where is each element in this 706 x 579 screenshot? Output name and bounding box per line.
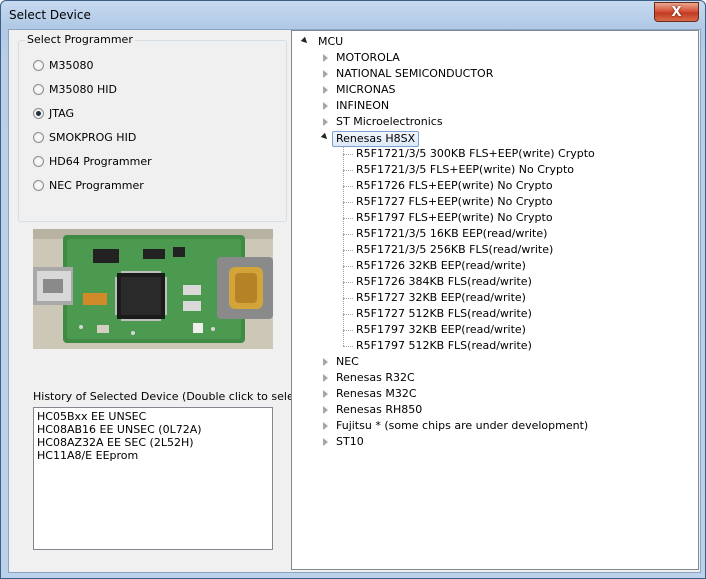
- title-bar[interactable]: Select Device X: [1, 1, 705, 29]
- radio-button[interactable]: [33, 131, 44, 143]
- tree-connector: [343, 298, 353, 299]
- tree-connector: [343, 154, 353, 155]
- tree-group[interactable]: ST10: [336, 434, 364, 450]
- tree-group[interactable]: MOTOROLA: [336, 50, 400, 66]
- radio-option[interactable]: HD64 Programmer: [33, 153, 152, 169]
- tree-group[interactable]: NEC: [336, 354, 359, 370]
- tree-connector: [343, 250, 353, 251]
- tree-device[interactable]: R5F1721/3/5 300KB FLS+EEP(write) Crypto: [356, 146, 595, 162]
- collapsed-arrow-icon[interactable]: [323, 358, 328, 366]
- radio-option[interactable]: SMOKPROG HID: [33, 129, 136, 145]
- tree-root-mcu[interactable]: MCU: [318, 34, 343, 50]
- history-item[interactable]: HC08AB16 EE UNSEC (0L72A): [37, 423, 269, 436]
- tree-device[interactable]: R5F1726 FLS+EEP(write) No Crypto: [356, 178, 553, 194]
- tree-device[interactable]: R5F1721/3/5 16KB EEP(read/write): [356, 226, 547, 242]
- radio-button[interactable]: [33, 155, 44, 167]
- radio-label: M35080 HID: [49, 82, 117, 96]
- tree-connector: [343, 234, 353, 235]
- tree-connector: [343, 202, 353, 203]
- programmer-group-label: Select Programmer: [25, 33, 135, 46]
- tree-connector: [343, 346, 353, 347]
- radio-option[interactable]: M35080: [33, 57, 93, 73]
- tree-device[interactable]: R5F1727 FLS+EEP(write) No Crypto: [356, 194, 553, 210]
- tree-connector: [343, 170, 353, 171]
- tree-connector: [343, 282, 353, 283]
- dialog-body: Select Programmer M35080 M35080 HID JTAG SM…: [8, 29, 701, 573]
- tree-device[interactable]: R5F1797 32KB EEP(read/write): [356, 322, 526, 338]
- tree-group[interactable]: Renesas RH850: [336, 402, 422, 418]
- tree-group[interactable]: NATIONAL SEMICONDUCTOR: [336, 66, 493, 82]
- collapsed-arrow-icon[interactable]: [323, 390, 328, 398]
- device-tree[interactable]: MCU MOTOROLA NATIONAL SEMICONDUCTOR MICRONA…: [291, 30, 699, 570]
- tree-group[interactable]: MICRONAS: [336, 82, 395, 98]
- tree-device[interactable]: R5F1726 32KB EEP(read/write): [356, 258, 526, 274]
- tree-device[interactable]: R5F1721/3/5 256KB FLS(read/write): [356, 242, 553, 258]
- history-item[interactable]: HC05Bxx EE UNSEC: [37, 410, 269, 423]
- history-listbox[interactable]: HC05Bxx EE UNSEC HC08AB16 EE UNSEC (0L72A…: [33, 407, 273, 550]
- tree-device[interactable]: R5F1797 FLS+EEP(write) No Crypto: [356, 210, 553, 226]
- tree-device[interactable]: R5F1727 512KB FLS(read/write): [356, 306, 532, 322]
- close-button[interactable]: X: [654, 2, 699, 22]
- history-item[interactable]: HC11A8/E EEprom: [37, 449, 269, 462]
- collapsed-arrow-icon[interactable]: [323, 422, 328, 430]
- expanded-arrow-icon[interactable]: [300, 36, 310, 46]
- collapsed-arrow-icon[interactable]: [323, 406, 328, 414]
- radio-button[interactable]: [33, 107, 44, 119]
- window-title: Select Device: [9, 8, 91, 22]
- radio-label: SMOKPROG HID: [49, 130, 137, 144]
- tree-device[interactable]: R5F1721/3/5 FLS+EEP(write) No Crypto: [356, 162, 574, 178]
- expanded-arrow-icon[interactable]: [320, 132, 330, 142]
- tree-group-expanded[interactable]: Renesas H8SX: [332, 131, 420, 147]
- radio-label: M35080: [49, 58, 94, 72]
- select-device-window: Select Device X Select Programmer M35080…: [0, 0, 706, 579]
- history-item[interactable]: HC08AZ32A EE SEC (2L52H): [37, 436, 269, 449]
- radio-label: JTAG: [49, 106, 74, 120]
- tree-group[interactable]: Fujitsu * (some chips are under developm…: [336, 418, 588, 434]
- tree-group[interactable]: ST Microelectronics: [336, 114, 443, 130]
- collapsed-arrow-icon[interactable]: [323, 70, 328, 78]
- pcb-image: [33, 229, 273, 349]
- collapsed-arrow-icon[interactable]: [323, 102, 328, 110]
- collapsed-arrow-icon[interactable]: [323, 54, 328, 62]
- tree-group[interactable]: INFINEON: [336, 98, 389, 114]
- tree-connector: [343, 330, 353, 331]
- tree-group[interactable]: Renesas R32C: [336, 370, 415, 386]
- programmer-board-photo: [33, 229, 273, 349]
- tree-device[interactable]: R5F1797 512KB FLS(read/write): [356, 338, 532, 354]
- collapsed-arrow-icon[interactable]: [323, 438, 328, 446]
- tree-device[interactable]: R5F1727 32KB EEP(read/write): [356, 290, 526, 306]
- radio-label: NEC Programmer: [49, 178, 144, 192]
- programmer-groupbox: Select Programmer M35080 M35080 HID JTAG SM…: [18, 33, 287, 222]
- tree-connector: [343, 218, 353, 219]
- tree-device[interactable]: R5F1726 384KB FLS(read/write): [356, 274, 532, 290]
- collapsed-arrow-icon[interactable]: [323, 118, 328, 126]
- radio-button[interactable]: [33, 59, 44, 71]
- radio-option[interactable]: JTAG: [33, 105, 74, 121]
- radio-button[interactable]: [33, 179, 44, 191]
- close-icon: X: [671, 4, 682, 20]
- radio-option[interactable]: M35080 HID: [33, 81, 117, 97]
- radio-button[interactable]: [33, 83, 44, 95]
- tree-group[interactable]: Renesas M32C: [336, 386, 417, 402]
- tree-connector: [343, 186, 353, 187]
- collapsed-arrow-icon[interactable]: [323, 86, 328, 94]
- history-label: History of Selected Device (Double click…: [33, 390, 309, 403]
- tree-connector: [343, 266, 353, 267]
- collapsed-arrow-icon[interactable]: [323, 374, 328, 382]
- tree-connector: [343, 146, 344, 346]
- tree-connector: [343, 314, 353, 315]
- radio-label: HD64 Programmer: [49, 154, 152, 168]
- radio-option[interactable]: NEC Programmer: [33, 177, 144, 193]
